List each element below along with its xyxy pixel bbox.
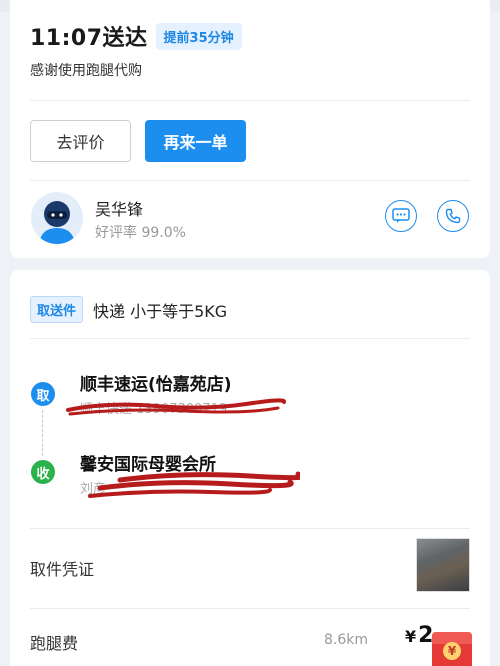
fee-amount: ¥2 — [405, 623, 433, 648]
message-icon[interactable] — [385, 200, 417, 232]
reorder-button[interactable]: 再来一单 — [145, 120, 246, 162]
service-title: 快递 小于等于5KG — [93, 301, 228, 321]
divider — [30, 608, 470, 609]
delivery-detail-card: 取送件 快递 小于等于5KG 取 收 顺丰速运(怡嘉苑店) 顺丰快递 13907… — [10, 270, 490, 666]
fee-label: 跑腿费 — [30, 634, 79, 653]
service-badge: 取送件 — [30, 296, 84, 323]
redaction-scribble — [66, 398, 286, 416]
red-envelope-icon[interactable]: ¥ — [432, 632, 472, 666]
thanks-text: 感谢使用跑腿代购 — [30, 63, 142, 79]
rate-button[interactable]: 去评价 — [30, 120, 131, 162]
distance: 8.6km — [324, 632, 369, 648]
eta-time: 11:07送达 — [30, 26, 148, 51]
rider-avatar-icon[interactable] — [31, 192, 83, 244]
phone-icon[interactable] — [437, 200, 469, 232]
divider — [30, 338, 470, 339]
divider — [30, 528, 470, 529]
early-badge: 提前35分钟 — [155, 22, 242, 50]
yuan-coin-icon: ¥ — [443, 642, 461, 660]
currency-symbol: ¥ — [405, 627, 417, 646]
pickup-name: 顺丰速运(怡嘉苑店) — [80, 375, 232, 395]
divider — [30, 180, 470, 181]
rider-rating: 好评率 99.0% — [95, 225, 186, 241]
eta-row: 11:07送达 提前35分钟 — [30, 20, 242, 52]
divider — [30, 100, 470, 101]
voucher-label: 取件凭证 — [30, 560, 95, 579]
dropoff-dot: 收 — [31, 460, 55, 484]
route-line — [42, 410, 43, 456]
voucher-photo[interactable] — [416, 538, 470, 592]
redaction-scribble — [88, 471, 300, 498]
service-row: 取送件 快递 小于等于5KG — [30, 296, 227, 323]
rider-name: 吴华锋 — [95, 200, 144, 219]
order-status-card: 11:07送达 提前35分钟 感谢使用跑腿代购 去评价 再来一单 吴华锋 好评率… — [10, 0, 490, 258]
pickup-dot: 取 — [31, 382, 55, 406]
